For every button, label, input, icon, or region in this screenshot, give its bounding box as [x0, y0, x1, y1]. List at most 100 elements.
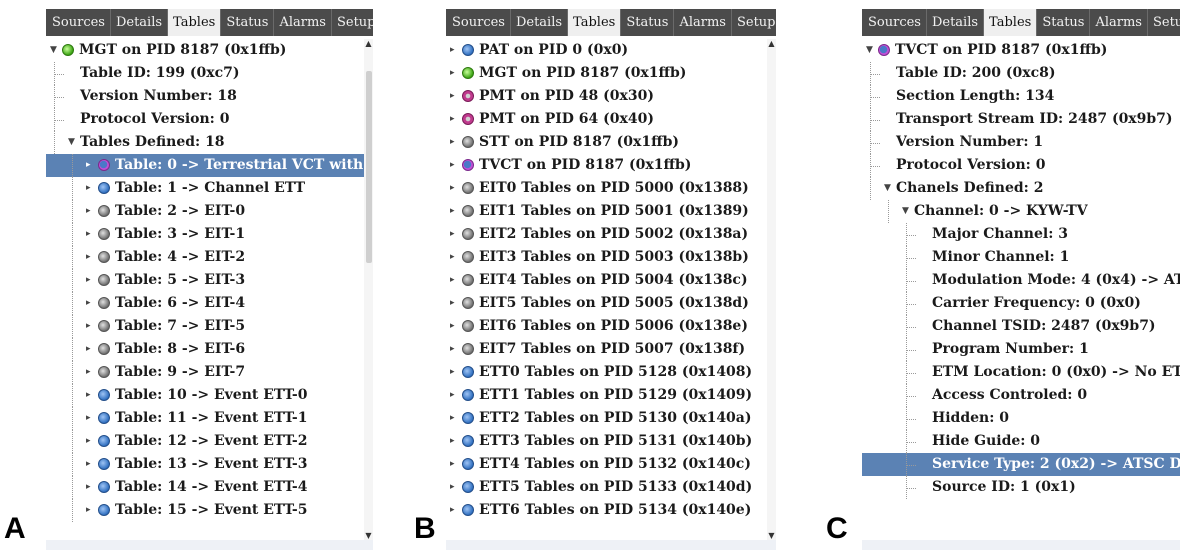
collapse-arrow-icon[interactable]: ▸	[86, 361, 91, 384]
tab-details[interactable]: Details	[111, 9, 169, 36]
collapse-arrow-icon[interactable]: ▸	[450, 384, 455, 407]
tree-row[interactable]: ▸ Table: 11 -> Event ETT-1	[46, 407, 373, 430]
tab-sources[interactable]: Sources	[863, 9, 927, 36]
tree-row[interactable]: Protocol Version: 0	[862, 154, 1180, 177]
tree-row[interactable]: ▸ EIT0 Tables on PID 5000 (0x1388)	[446, 177, 776, 200]
collapse-arrow-icon[interactable]: ▸	[450, 338, 455, 361]
vertical-scrollbar[interactable]: ▲ ▼	[364, 39, 373, 540]
collapse-arrow-icon[interactable]: ▸	[86, 200, 91, 223]
tab-setup[interactable]: Setup	[1148, 9, 1180, 36]
tree-row[interactable]: ▸ Table: 9 -> EIT-7	[46, 361, 373, 384]
expand-arrow-icon[interactable]: ▼	[50, 39, 57, 62]
collapse-arrow-icon[interactable]: ▸	[450, 200, 455, 223]
tab-tables[interactable]: Tables	[168, 9, 222, 36]
expand-arrow-icon[interactable]: ▼	[902, 200, 909, 223]
expand-arrow-icon[interactable]: ▼	[866, 39, 873, 62]
tree-row[interactable]: ▼ Chanels Defined: 2	[862, 177, 1180, 200]
tree-row[interactable]: ▸ Table: 12 -> Event ETT-2	[46, 430, 373, 453]
scroll-up-arrow-icon[interactable]: ▲	[364, 39, 373, 48]
tree-row[interactable]: ▸ Table: 2 -> EIT-0	[46, 200, 373, 223]
collapse-arrow-icon[interactable]: ▸	[86, 499, 91, 522]
tree-row[interactable]: ▸ ETT3 Tables on PID 5131 (0x140b)	[446, 430, 776, 453]
collapse-arrow-icon[interactable]: ▸	[450, 453, 455, 476]
scroll-down-arrow-icon[interactable]: ▼	[767, 531, 776, 540]
tab-sources[interactable]: Sources	[447, 9, 511, 36]
tree-row[interactable]: ▸ EIT5 Tables on PID 5005 (0x138d)	[446, 292, 776, 315]
tree-row[interactable]: ▸ ETT5 Tables on PID 5133 (0x140d)	[446, 476, 776, 499]
collapse-arrow-icon[interactable]: ▸	[450, 315, 455, 338]
collapse-arrow-icon[interactable]: ▸	[86, 338, 91, 361]
tree-row[interactable]: Table ID: 199 (0xc7)	[46, 62, 373, 85]
tab-alarms[interactable]: Alarms	[274, 9, 332, 36]
tab-tables[interactable]: Tables	[568, 9, 622, 36]
collapse-arrow-icon[interactable]: ▸	[450, 361, 455, 384]
tree-row[interactable]: ▸ ETT4 Tables on PID 5132 (0x140c)	[446, 453, 776, 476]
collapse-arrow-icon[interactable]: ▸	[450, 476, 455, 499]
collapse-arrow-icon[interactable]: ▸	[450, 62, 455, 85]
tree-row[interactable]: ▼ Channel: 0 -> KYW-TV	[862, 200, 1180, 223]
collapse-arrow-icon[interactable]: ▸	[450, 407, 455, 430]
collapse-arrow-icon[interactable]: ▸	[450, 499, 455, 522]
tree-row[interactable]: ▸ ETT2 Tables on PID 5130 (0x140a)	[446, 407, 776, 430]
tab-details[interactable]: Details	[927, 9, 985, 36]
tree-row[interactable]: ▸ EIT6 Tables on PID 5006 (0x138e)	[446, 315, 776, 338]
tree-row[interactable]: ▸ Table: 4 -> EIT-2	[46, 246, 373, 269]
scrollbar-thumb[interactable]	[366, 71, 372, 263]
collapse-arrow-icon[interactable]: ▸	[86, 154, 91, 177]
tree-row[interactable]: ▸ Table: 8 -> EIT-6	[46, 338, 373, 361]
tree-row[interactable]: Version Number: 1	[862, 131, 1180, 154]
tree-row[interactable]: ▸ Table: 6 -> EIT-4	[46, 292, 373, 315]
horizontal-scrollbar[interactable]	[46, 540, 373, 550]
tab-details[interactable]: Details	[511, 9, 569, 36]
tree-row[interactable]: ▸ ETT0 Tables on PID 5128 (0x1408)	[446, 361, 776, 384]
tree-row[interactable]: ▸ ETT6 Tables on PID 5134 (0x140e)	[446, 499, 776, 522]
tree-row[interactable]: ▸ PAT on PID 0 (0x0)	[446, 39, 776, 62]
horizontal-scrollbar[interactable]	[862, 540, 1180, 550]
tree-row[interactable]: ▸ PMT on PID 48 (0x30)	[446, 85, 776, 108]
tree-row[interactable]: ▼ TVCT on PID 8187 (0x1ffb)	[862, 39, 1180, 62]
tree-row[interactable]: ▸ Table: 0 -> Terrestrial VCT with	[46, 154, 373, 177]
tab-alarms[interactable]: Alarms	[1090, 9, 1148, 36]
tree-row[interactable]: ▸ Table: 14 -> Event ETT-4	[46, 476, 373, 499]
tree-row[interactable]: ▸ EIT2 Tables on PID 5002 (0x138a)	[446, 223, 776, 246]
tree-row[interactable]: ▸ Table: 1 -> Channel ETT	[46, 177, 373, 200]
tree-row[interactable]: Section Length: 134	[862, 85, 1180, 108]
tree-view[interactable]: ▼ TVCT on PID 8187 (0x1ffb) Table ID: 200 …	[862, 39, 1180, 540]
tab-status[interactable]: Status	[1037, 9, 1091, 36]
collapse-arrow-icon[interactable]: ▸	[86, 430, 91, 453]
collapse-arrow-icon[interactable]: ▸	[450, 154, 455, 177]
horizontal-scrollbar[interactable]	[446, 540, 776, 550]
tab-setup[interactable]: Setup	[332, 9, 373, 36]
collapse-arrow-icon[interactable]: ▸	[86, 476, 91, 499]
collapse-arrow-icon[interactable]: ▸	[86, 292, 91, 315]
tree-row[interactable]: ▸ STT on PID 8187 (0x1ffb)	[446, 131, 776, 154]
tree-row[interactable]: Protocol Version: 0	[46, 108, 373, 131]
collapse-arrow-icon[interactable]: ▸	[86, 453, 91, 476]
tree-row[interactable]: Table ID: 200 (0xc8)	[862, 62, 1180, 85]
collapse-arrow-icon[interactable]: ▸	[450, 292, 455, 315]
tab-alarms[interactable]: Alarms	[674, 9, 732, 36]
tree-row[interactable]: ▸ ETT1 Tables on PID 5129 (0x1409)	[446, 384, 776, 407]
collapse-arrow-icon[interactable]: ▸	[86, 246, 91, 269]
collapse-arrow-icon[interactable]: ▸	[450, 269, 455, 292]
tree-row[interactable]: ▸ EIT7 Tables on PID 5007 (0x138f)	[446, 338, 776, 361]
collapse-arrow-icon[interactable]: ▸	[450, 131, 455, 154]
collapse-arrow-icon[interactable]: ▸	[86, 269, 91, 292]
scroll-up-arrow-icon[interactable]: ▲	[767, 39, 776, 48]
tree-row[interactable]: ▸ Table: 13 -> Event ETT-3	[46, 453, 373, 476]
tab-tables[interactable]: Tables	[984, 9, 1038, 36]
tree-row[interactable]: ▼ MGT on PID 8187 (0x1ffb)	[46, 39, 373, 62]
tab-setup[interactable]: Setup	[732, 9, 776, 36]
collapse-arrow-icon[interactable]: ▸	[450, 39, 455, 62]
collapse-arrow-icon[interactable]: ▸	[450, 246, 455, 269]
collapse-arrow-icon[interactable]: ▸	[86, 384, 91, 407]
collapse-arrow-icon[interactable]: ▸	[450, 108, 455, 131]
collapse-arrow-icon[interactable]: ▸	[86, 177, 91, 200]
tree-row[interactable]: ▼ Tables Defined: 18	[46, 131, 373, 154]
collapse-arrow-icon[interactable]: ▸	[86, 315, 91, 338]
collapse-arrow-icon[interactable]: ▸	[450, 223, 455, 246]
tree-row[interactable]: ▸ Table: 10 -> Event ETT-0	[46, 384, 373, 407]
collapse-arrow-icon[interactable]: ▸	[86, 223, 91, 246]
vertical-scrollbar[interactable]: ▲ ▼	[767, 39, 776, 540]
tree-row[interactable]: ▸ PMT on PID 64 (0x40)	[446, 108, 776, 131]
